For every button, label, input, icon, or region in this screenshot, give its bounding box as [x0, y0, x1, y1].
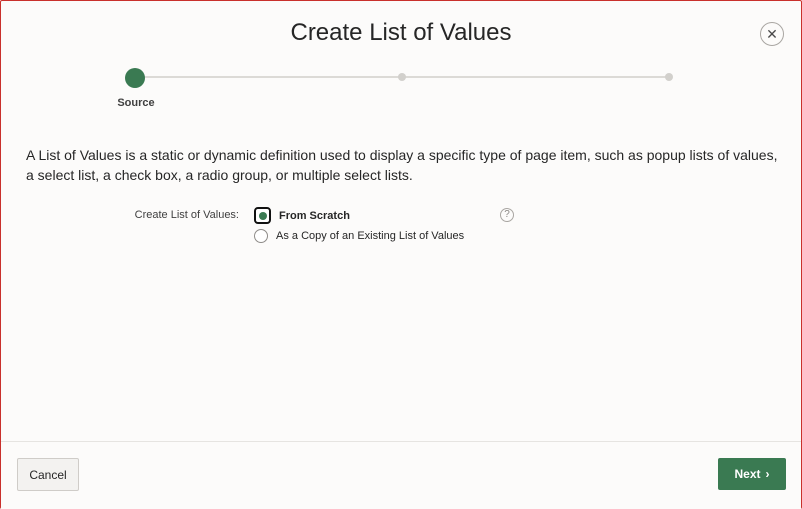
- chevron-right-icon: ›: [765, 467, 770, 481]
- radio-copy-existing[interactable]: As a Copy of an Existing List of Values: [254, 229, 464, 243]
- wizard-step-source-marker: [125, 68, 145, 88]
- radio-label-copy-existing: As a Copy of an Existing List of Values: [276, 230, 465, 242]
- create-lov-field-label: Create List of Values:: [134, 209, 239, 221]
- radio-button[interactable]: [254, 229, 268, 243]
- cancel-button[interactable]: Cancel: [17, 458, 79, 491]
- dialog-footer: Cancel Next ›: [1, 441, 801, 509]
- create-lov-dialog: Create List of Values ✕ Source A List of…: [0, 0, 802, 509]
- wizard-step-label: Source: [117, 97, 155, 109]
- radio-button-selected[interactable]: [254, 207, 271, 224]
- radio-label-from-scratch: From Scratch: [279, 209, 350, 222]
- wizard-step-3-marker: [665, 73, 673, 81]
- dialog-title: Create List of Values: [290, 19, 512, 46]
- next-button[interactable]: Next ›: [718, 458, 786, 490]
- help-icon[interactable]: ?: [500, 208, 514, 222]
- close-icon: ✕: [766, 26, 778, 42]
- next-button-label: Next: [734, 467, 761, 481]
- wizard-step-2-marker: [398, 73, 406, 81]
- wizard-progress: Source: [1, 63, 801, 109]
- radio-from-scratch[interactable]: From Scratch: [254, 207, 350, 224]
- close-button[interactable]: ✕: [760, 22, 784, 46]
- description-text: A List of Values is a static or dynamic …: [26, 147, 778, 183]
